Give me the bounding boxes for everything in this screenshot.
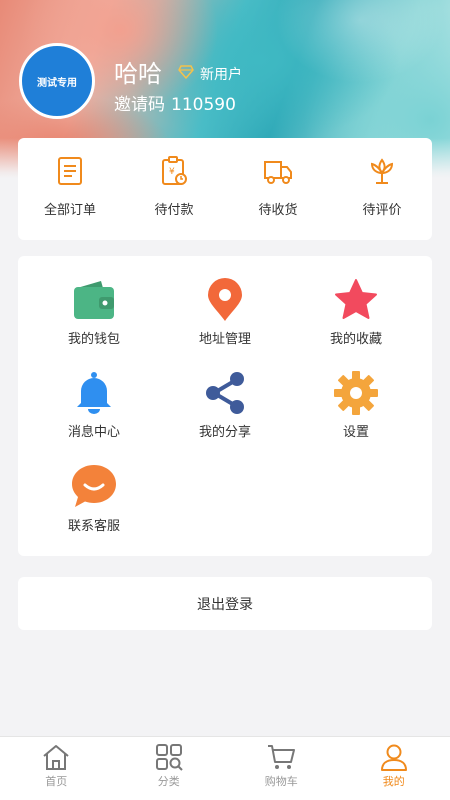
- settings-label: 设置: [342, 425, 369, 440]
- wallet-icon: [74, 281, 114, 319]
- order-pending-review-button[interactable]: 待评价: [330, 156, 434, 218]
- star-icon: [335, 279, 377, 319]
- user-level-label: 新用户: [200, 67, 242, 83]
- address-button[interactable]: 地址管理: [156, 278, 294, 347]
- tab-category[interactable]: 分类: [113, 737, 226, 800]
- user-icon: [380, 744, 407, 771]
- logout-button[interactable]: 退出登录: [18, 577, 432, 630]
- tab-home[interactable]: 首页: [0, 737, 113, 800]
- order-pending-payment-button[interactable]: ¥ 待付款: [122, 156, 226, 218]
- order-pending-payment-label: 待付款: [154, 203, 194, 218]
- wallet-label: 我的钱包: [67, 332, 120, 347]
- share-button[interactable]: 我的分享: [156, 371, 294, 440]
- messages-button[interactable]: 消息中心: [25, 371, 163, 440]
- avatar[interactable]: 测试专用: [19, 43, 95, 119]
- pending-payment-icon: ¥: [162, 156, 187, 185]
- tab-category-label: 分类: [157, 775, 180, 788]
- bottom-tab-bar: 首页 分类 购物车 我的: [0, 736, 450, 800]
- username: 哈哈: [114, 60, 162, 88]
- share-label: 我的分享: [198, 425, 251, 440]
- address-label: 地址管理: [198, 332, 251, 347]
- orders-card: 全部订单 ¥ 待付款 待收货 待评价: [18, 138, 432, 240]
- cart-icon: [268, 745, 296, 769]
- tab-mine-label: 我的: [382, 775, 405, 788]
- wallet-button[interactable]: 我的钱包: [25, 278, 163, 347]
- category-icon: [155, 744, 183, 771]
- customer-service-button[interactable]: 联系客服: [25, 463, 163, 534]
- order-pending-receipt-label: 待收货: [258, 203, 298, 218]
- order-list-icon: [58, 157, 82, 185]
- tab-cart[interactable]: 购物车: [225, 737, 338, 800]
- favorites-label: 我的收藏: [329, 332, 382, 347]
- messages-label: 消息中心: [67, 425, 120, 440]
- order-pending-receipt-button[interactable]: 待收货: [226, 156, 330, 218]
- customer-service-label: 联系客服: [67, 519, 120, 534]
- svg-text:¥: ¥: [169, 167, 175, 177]
- invite-code-value: 110590: [171, 95, 236, 115]
- settings-button[interactable]: 设置: [287, 371, 425, 440]
- chat-bubble-icon: [72, 465, 116, 507]
- tab-home-label: 首页: [45, 775, 68, 788]
- gear-icon: [334, 371, 378, 415]
- services-card: 我的钱包 地址管理 我的收藏 消息中心 我的分享 设置 联系客服: [18, 256, 432, 556]
- diamond-icon: [178, 65, 194, 79]
- delivery-truck-icon: [264, 161, 292, 184]
- order-pending-review-label: 待评价: [362, 203, 402, 218]
- avatar-text: 测试专用: [37, 77, 77, 89]
- tab-mine[interactable]: 我的: [338, 737, 450, 800]
- invite-code: 邀请码 110590: [114, 90, 242, 115]
- tab-cart-label: 购物车: [264, 775, 298, 788]
- order-all-label: 全部订单: [43, 203, 96, 218]
- location-pin-icon: [208, 278, 242, 321]
- favorites-button[interactable]: 我的收藏: [287, 278, 425, 347]
- invite-label: 邀请码: [114, 95, 165, 115]
- logout-label: 退出登录: [197, 596, 253, 613]
- home-icon: [43, 745, 69, 770]
- share-icon: [206, 372, 244, 414]
- bell-icon: [77, 372, 111, 414]
- order-all-button[interactable]: 全部订单: [18, 156, 122, 218]
- review-flower-icon: [370, 158, 394, 184]
